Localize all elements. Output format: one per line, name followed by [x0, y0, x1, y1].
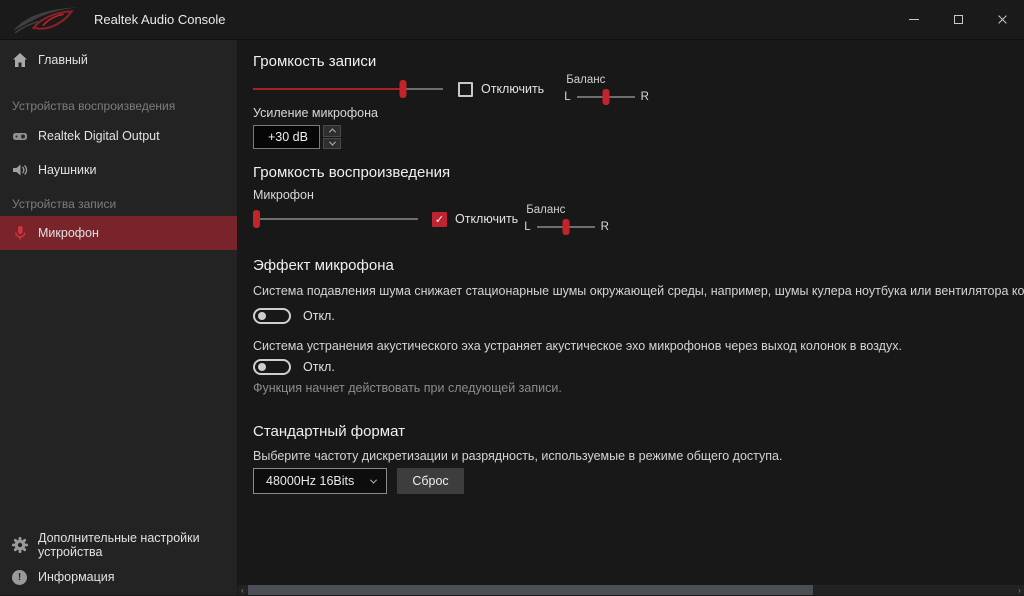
balance-right-label: R: [641, 91, 649, 103]
balance-label: Баланс: [564, 74, 649, 86]
sidebar-item-digital-output[interactable]: Realtek Digital Output: [0, 119, 237, 153]
app-title: Realtek Audio Console: [94, 12, 226, 27]
playback-mute-group: ✓ Отключить: [432, 212, 518, 227]
default-format-title: Стандартный формат: [253, 423, 1024, 441]
noise-suppression-state: Откл.: [303, 309, 335, 323]
sidebar-item-label: Главный: [38, 53, 88, 67]
effects-hint: Функция начнет действовать при следующей…: [253, 382, 1024, 395]
slider-thumb[interactable]: [602, 89, 609, 105]
rog-logo-icon: [10, 2, 82, 38]
noise-suppression-toggle[interactable]: [253, 308, 291, 324]
balance-right-label: R: [601, 221, 609, 233]
chevron-down-icon: [328, 138, 335, 145]
playback-balance: Баланс L R: [524, 204, 609, 235]
maximize-button[interactable]: [936, 0, 980, 39]
echo-cancellation-toggle[interactable]: [253, 359, 291, 375]
record-mute-label: Отключить: [481, 82, 544, 96]
record-balance-slider[interactable]: [577, 89, 635, 105]
speaker-waves-icon: [11, 162, 28, 179]
playback-volume-row: ✓ Отключить Баланс L R: [253, 207, 1024, 231]
maximize-icon: [954, 15, 963, 24]
mic-boost-value[interactable]: +30 dB: [253, 125, 320, 149]
close-icon: [997, 14, 1008, 25]
sidebar-header-playback-devices: Устройства воспроизведения: [0, 99, 237, 113]
minimize-icon: [909, 19, 919, 20]
info-icon: !: [11, 569, 28, 586]
chevron-down-icon: [370, 476, 377, 483]
close-button[interactable]: [980, 0, 1024, 39]
speaker-icon: [11, 128, 28, 145]
sidebar-item-label: Наушники: [38, 163, 96, 177]
sidebar-item-advanced-settings[interactable]: Дополнительные настройки устройства: [0, 529, 237, 561]
playback-device-label: Микрофон: [253, 189, 1024, 202]
scrollbar-track[interactable]: [247, 585, 1015, 595]
default-format-row: 48000Hz 16Bits Сброс: [253, 468, 1024, 494]
title-bar: Realtek Audio Console: [0, 0, 1024, 40]
sidebar: Главный Устройства воспроизведения Realt…: [0, 40, 237, 595]
balance-label: Баланс: [524, 204, 609, 216]
sidebar-item-information[interactable]: ! Информация: [0, 561, 237, 593]
noise-suppression-text: Система подавления шума снижает стациона…: [253, 285, 1024, 298]
gear-icon: [11, 537, 28, 554]
toggle-knob: [258, 363, 266, 371]
sidebar-item-headphones[interactable]: Наушники: [0, 153, 237, 187]
balance-left-label: L: [524, 221, 530, 233]
microphone-icon: [11, 225, 28, 242]
mic-effects-title: Эффект микрофона: [253, 257, 1024, 275]
home-icon: [11, 52, 28, 69]
slider-track[interactable]: [253, 218, 418, 220]
default-format-description: Выберите частоту дискретизации и разрядн…: [253, 450, 1024, 463]
record-volume-row: ✓ Отключить Баланс L R: [253, 77, 1024, 101]
boost-decrease-button[interactable]: [323, 138, 341, 150]
sidebar-header-recording-devices: Устройства записи: [0, 197, 237, 211]
boost-increase-button[interactable]: [323, 125, 341, 137]
record-mute-checkbox[interactable]: ✓: [458, 82, 473, 97]
mic-boost-spinner: +30 dB: [253, 125, 1024, 149]
sidebar-item-label: Микрофон: [38, 226, 99, 240]
playback-volume-title: Громкость воспроизведения: [253, 164, 1024, 182]
sidebar-item-label: Информация: [38, 570, 115, 584]
slider-thumb[interactable]: [253, 210, 260, 228]
mic-boost-label: Усиление микрофона: [253, 107, 1024, 120]
slider-thumb[interactable]: [400, 80, 407, 98]
toggle-knob: [258, 312, 266, 320]
playback-mute-checkbox[interactable]: ✓: [432, 212, 447, 227]
sidebar-bottom-group: Дополнительные настройки устройства ! Ин…: [0, 529, 237, 593]
echo-cancellation-text: Система устранения акустического эха уст…: [253, 340, 1024, 353]
playback-balance-slider[interactable]: [537, 219, 595, 235]
record-mute-group: ✓ Отключить: [458, 82, 544, 97]
record-balance: Баланс L R: [564, 74, 649, 105]
window-controls: [892, 0, 1024, 39]
sidebar-item-label: Дополнительные настройки устройства: [38, 531, 237, 559]
echo-cancellation-row: Откл.: [253, 358, 1024, 375]
sidebar-item-home[interactable]: Главный: [0, 43, 237, 77]
record-volume-title: Громкость записи: [253, 53, 1024, 71]
playback-mute-label: Отключить: [455, 212, 518, 226]
chevron-up-icon: [328, 129, 335, 136]
format-select[interactable]: 48000Hz 16Bits: [253, 468, 387, 494]
noise-suppression-row: Откл.: [253, 307, 1024, 324]
balance-left-label: L: [564, 91, 570, 103]
format-select-value: 48000Hz 16Bits: [266, 474, 371, 488]
playback-volume-slider[interactable]: [253, 210, 418, 228]
record-volume-slider[interactable]: [253, 80, 443, 98]
slider-fill: [253, 88, 403, 90]
scroll-right-arrow-icon[interactable]: ›: [1015, 585, 1024, 595]
main-panel: Громкость записи ✓ Отключить Баланс L: [237, 40, 1024, 595]
minimize-button[interactable]: [892, 0, 936, 39]
sidebar-item-microphone[interactable]: Микрофон: [0, 216, 237, 250]
sidebar-item-label: Realtek Digital Output: [38, 129, 160, 143]
slider-thumb[interactable]: [562, 219, 569, 235]
reset-button[interactable]: Сброс: [397, 468, 464, 494]
echo-cancellation-state: Откл.: [303, 360, 335, 374]
scroll-left-arrow-icon[interactable]: ‹: [238, 585, 247, 595]
scrollbar-thumb[interactable]: [248, 585, 813, 595]
horizontal-scrollbar[interactable]: ‹ ›: [238, 585, 1024, 595]
